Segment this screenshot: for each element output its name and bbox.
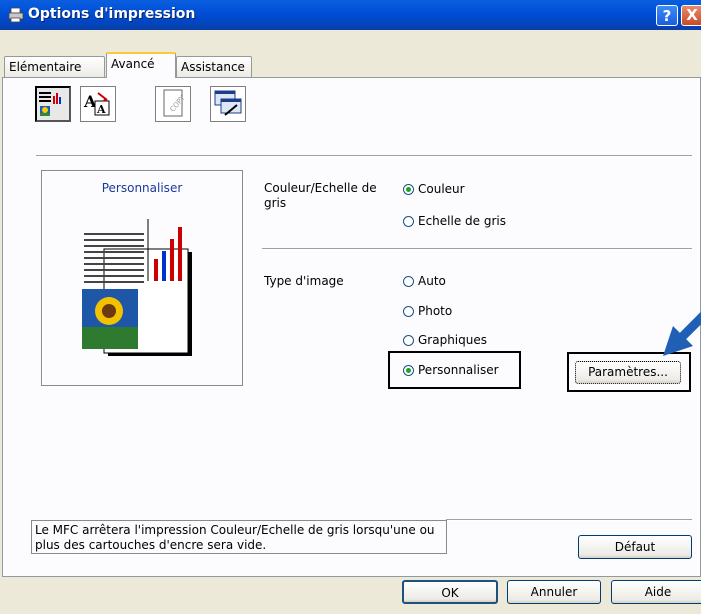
document-preview-icon bbox=[82, 219, 192, 356]
radio-photo-label: Photo bbox=[418, 304, 453, 318]
watermark-button[interactable]: COPY bbox=[155, 86, 191, 122]
color-settings-icon bbox=[39, 92, 61, 116]
bottom-divider bbox=[446, 519, 692, 521]
tab-assistance[interactable]: Assistance bbox=[176, 56, 252, 77]
radio-couleur[interactable]: Couleur bbox=[403, 182, 465, 196]
default-button[interactable]: Défaut bbox=[578, 535, 692, 559]
radio-dot-selected bbox=[403, 183, 414, 195]
toolbar-divider bbox=[36, 155, 692, 157]
radio-echelle-label: Echelle de gris bbox=[418, 214, 506, 228]
radio-couleur-label: Couleur bbox=[418, 182, 465, 196]
radio-echelle-de-gris[interactable]: Echelle de gris bbox=[403, 214, 506, 228]
cancel-button[interactable]: Annuler bbox=[507, 580, 601, 604]
radio-personnaliser[interactable]: Personnaliser bbox=[403, 363, 499, 377]
scaling-icon: A A bbox=[83, 92, 110, 116]
print-options-dialog: Options d'impression ? X Elémentaire Ava… bbox=[0, 0, 701, 614]
device-options-icon bbox=[214, 90, 242, 116]
printer-icon bbox=[8, 7, 24, 23]
radio-auto-label: Auto bbox=[418, 274, 446, 288]
color-settings-button[interactable] bbox=[35, 86, 71, 122]
image-type-label: Type d'image bbox=[264, 274, 344, 288]
svg-text:A: A bbox=[96, 103, 106, 116]
radio-dot-selected bbox=[403, 364, 414, 376]
radio-dot bbox=[403, 305, 414, 317]
radio-personnaliser-label: Personnaliser bbox=[418, 363, 499, 377]
radio-graphiques[interactable]: Graphiques bbox=[403, 333, 487, 347]
help-button[interactable]: Aide bbox=[611, 580, 701, 604]
section-divider bbox=[262, 248, 692, 250]
radio-dot bbox=[403, 215, 414, 227]
color-section-label: Couleur/Echelle de gris bbox=[264, 181, 377, 210]
pointer-arrow-icon bbox=[663, 311, 701, 356]
preview-box: Personnaliser bbox=[41, 170, 243, 386]
scaling-button[interactable]: A A bbox=[80, 86, 116, 122]
radio-dot bbox=[403, 275, 414, 287]
tab-elementaire[interactable]: Elémentaire bbox=[4, 56, 105, 77]
title-bar[interactable]: Options d'impression ? X bbox=[0, 0, 701, 30]
help-title-button[interactable]: ? bbox=[656, 5, 678, 26]
watermark-icon: COPY bbox=[163, 89, 187, 117]
tab-avance[interactable]: Avancé bbox=[106, 52, 176, 78]
device-options-button[interactable] bbox=[210, 86, 246, 122]
preview-label: Personnaliser bbox=[101, 181, 183, 195]
parametres-button[interactable]: Paramètres... bbox=[575, 361, 681, 384]
radio-dot bbox=[403, 334, 414, 346]
window-title: Options d'impression bbox=[28, 6, 196, 22]
radio-auto[interactable]: Auto bbox=[403, 274, 446, 288]
close-button[interactable]: X bbox=[681, 5, 701, 26]
radio-graphiques-label: Graphiques bbox=[418, 333, 487, 347]
ok-button[interactable]: OK bbox=[402, 580, 498, 604]
status-message: Le MFC arrêtera l'impression Couleur/Ech… bbox=[31, 520, 447, 554]
radio-photo[interactable]: Photo bbox=[403, 304, 452, 318]
